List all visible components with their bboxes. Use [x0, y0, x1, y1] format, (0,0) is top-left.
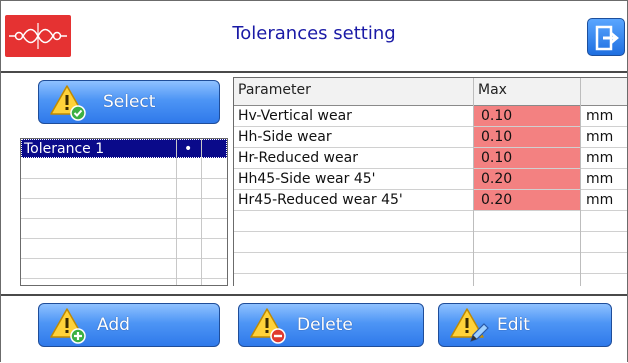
column-header-max[interactable]: Max: [478, 82, 507, 98]
edit-button-label: Edit: [497, 315, 530, 335]
list-item-empty[interactable]: [21, 239, 227, 259]
parameters-table: Parameter Max Hv-Vertical wear 0.10 mm H…: [233, 77, 627, 286]
parameter-cell: Hh-Side wear: [238, 129, 332, 145]
unit-cell: mm: [586, 108, 614, 124]
table-row[interactable]: Hh45-Side wear 45' 0.20 mm: [234, 169, 627, 190]
list-column-divider: [201, 139, 202, 285]
column-header-parameter[interactable]: Parameter: [238, 82, 311, 98]
parameter-cell: Hv-Vertical wear: [238, 108, 352, 124]
table-row-empty[interactable]: [234, 211, 627, 232]
table-row[interactable]: Hr-Reduced wear 0.10 mm: [234, 148, 627, 169]
window-frame: Tolerances setting Select Tolerance 1 •: [0, 0, 628, 363]
table-row[interactable]: Hv-Vertical wear 0.10 mm: [234, 106, 627, 127]
unit-cell: mm: [586, 150, 614, 166]
select-button-label: Select: [103, 92, 156, 112]
list-item-empty[interactable]: [21, 199, 227, 219]
list-item-empty[interactable]: [21, 159, 227, 179]
warning-edit-icon: [449, 305, 489, 345]
table-row[interactable]: Hh-Side wear 0.10 mm: [234, 127, 627, 148]
select-button[interactable]: Select: [38, 80, 220, 124]
max-value-cell[interactable]: 0.10: [481, 148, 512, 168]
list-item-empty[interactable]: [21, 179, 227, 199]
max-value-cell[interactable]: 0.20: [481, 169, 512, 189]
list-item-label: Tolerance 1: [24, 141, 105, 157]
tolerance-list[interactable]: Tolerance 1 •: [20, 138, 228, 286]
table-column-divider: [580, 78, 581, 286]
warning-remove-icon: [249, 305, 289, 345]
unit-cell: mm: [586, 171, 614, 187]
table-column-divider: [473, 78, 474, 286]
max-value-cell[interactable]: 0.10: [481, 127, 512, 147]
add-button-label: Add: [97, 315, 130, 335]
edit-button[interactable]: Edit: [438, 303, 612, 347]
parameter-cell: Hr45-Reduced wear 45': [238, 192, 403, 208]
list-column-divider: [176, 139, 177, 285]
max-value-cell[interactable]: 0.20: [481, 190, 512, 210]
table-row-empty[interactable]: [234, 232, 627, 253]
list-item-empty[interactable]: [21, 259, 227, 279]
list-item-tolerance-1[interactable]: Tolerance 1 •: [21, 139, 227, 158]
warning-add-icon: [49, 305, 89, 345]
max-value-cell[interactable]: 0.10: [481, 106, 512, 126]
exit-icon: [595, 25, 619, 51]
parameter-cell: Hh45-Side wear 45': [238, 171, 376, 187]
delete-button-label: Delete: [297, 315, 353, 335]
unit-cell: mm: [586, 192, 614, 208]
table-header: Parameter Max: [234, 78, 627, 106]
header-bar: Tolerances setting: [1, 1, 627, 73]
add-button[interactable]: Add: [38, 303, 220, 347]
exit-button[interactable]: [587, 18, 625, 56]
unit-cell: mm: [586, 129, 614, 145]
page-title: Tolerances setting: [232, 23, 396, 44]
warning-check-icon: [49, 82, 89, 122]
table-row-empty[interactable]: [234, 253, 627, 274]
parameter-cell: Hr-Reduced wear: [238, 150, 358, 166]
table-row[interactable]: Hr45-Reduced wear 45' 0.20 mm: [234, 190, 627, 211]
list-item-empty[interactable]: [21, 219, 227, 239]
delete-button[interactable]: Delete: [238, 303, 424, 347]
list-item-marker: •: [184, 141, 193, 157]
